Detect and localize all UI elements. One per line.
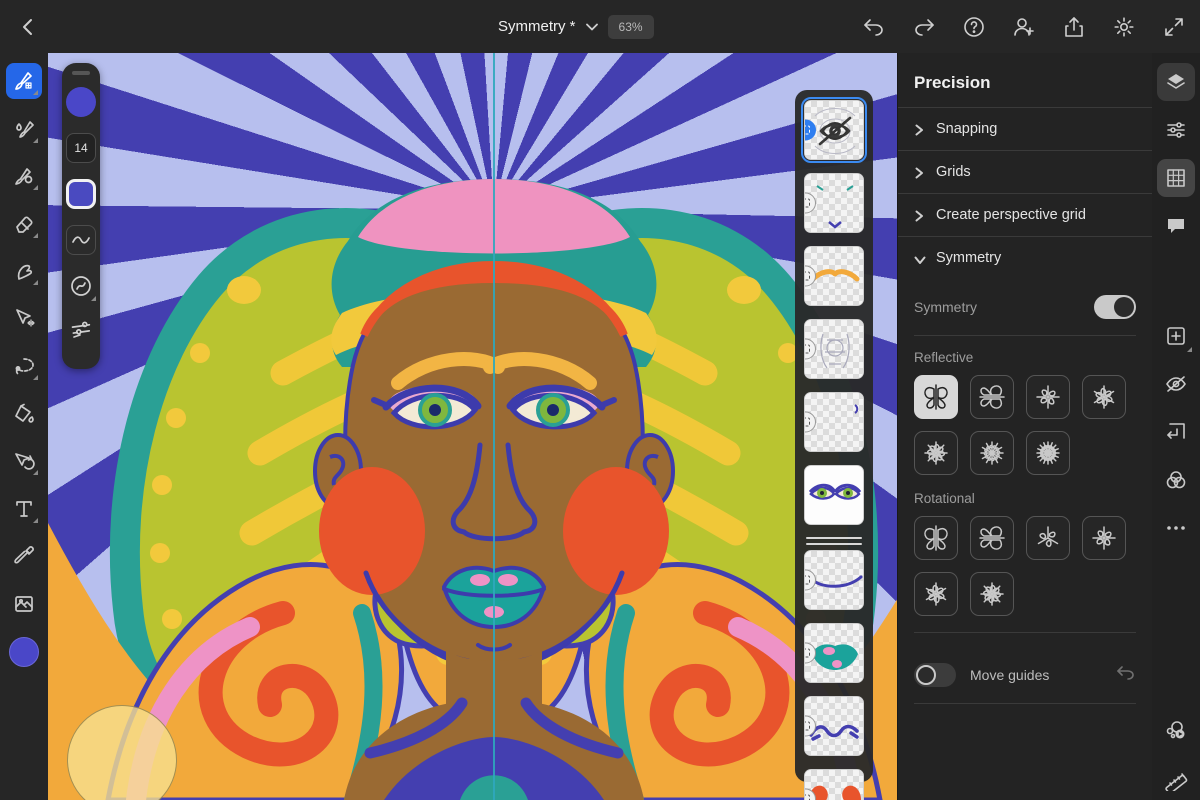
hide-layer-icon[interactable] bbox=[1157, 365, 1195, 403]
reflect-2-horizontal-icon[interactable] bbox=[970, 375, 1014, 419]
document-title: Symmetry * bbox=[498, 18, 576, 35]
precision-panel: Precision Snapping Grids Create perspect… bbox=[897, 53, 1152, 800]
settings-gear-icon[interactable] bbox=[1112, 15, 1136, 39]
reflect-8-icon[interactable] bbox=[914, 431, 958, 475]
lasso-tool[interactable] bbox=[6, 348, 42, 384]
reflect-6-icon[interactable] bbox=[1082, 375, 1126, 419]
section-grids[interactable]: Grids bbox=[898, 150, 1152, 193]
layers-icon[interactable] bbox=[1157, 63, 1195, 101]
vector-brush-tool[interactable] bbox=[6, 158, 42, 194]
pixel-brush-tool[interactable] bbox=[6, 63, 42, 99]
invite-icon[interactable] bbox=[1012, 15, 1036, 39]
more-options-icon[interactable] bbox=[1157, 509, 1195, 547]
reset-guides-icon[interactable] bbox=[1116, 665, 1136, 686]
panel-drag-handle[interactable] bbox=[72, 71, 90, 75]
section-label: Snapping bbox=[936, 121, 997, 137]
right-rail bbox=[1152, 53, 1200, 800]
section-label: Create perspective grid bbox=[936, 207, 1086, 223]
layer-thumbnail-face-sketch[interactable] bbox=[804, 319, 864, 379]
layer-thumbnail-squiggle[interactable] bbox=[804, 696, 864, 756]
brush-size-field[interactable]: 14 bbox=[66, 133, 96, 163]
section-label: Symmetry bbox=[936, 250, 1001, 266]
layer-thumbnail-red-shapes[interactable] bbox=[804, 769, 864, 800]
section-snapping[interactable]: Snapping bbox=[898, 107, 1152, 150]
layer-thumbnail-eyes[interactable] bbox=[804, 465, 864, 525]
canvas-artwork bbox=[48, 53, 897, 800]
section-symmetry[interactable]: Symmetry bbox=[898, 236, 1152, 279]
shapes-tool[interactable] bbox=[6, 443, 42, 479]
add-layer-icon[interactable] bbox=[1157, 317, 1195, 355]
current-color-swatch[interactable] bbox=[9, 637, 39, 667]
reflect-12-icon[interactable] bbox=[970, 431, 1014, 475]
redo-icon[interactable] bbox=[912, 15, 936, 39]
place-image-tool[interactable] bbox=[6, 586, 42, 622]
reflect-2-vertical-icon[interactable] bbox=[914, 375, 958, 419]
reflective-label: Reflective bbox=[914, 350, 1136, 365]
move-tool[interactable] bbox=[6, 301, 42, 337]
text-tool[interactable] bbox=[6, 491, 42, 527]
motion-icon[interactable] bbox=[1157, 712, 1195, 750]
reflective-options bbox=[914, 375, 1136, 475]
smudge-tool[interactable] bbox=[6, 253, 42, 289]
color-swatch-selected[interactable] bbox=[66, 179, 96, 209]
layer-transform-icon[interactable] bbox=[1157, 413, 1195, 451]
chevron-down-icon bbox=[914, 253, 924, 263]
layer-thumbnail-tiny-mark[interactable] bbox=[804, 392, 864, 452]
brush-color-dot[interactable] bbox=[66, 87, 96, 117]
section-label: Grids bbox=[936, 164, 971, 180]
stabilizer-icon[interactable] bbox=[66, 271, 96, 301]
chevron-right-icon bbox=[914, 124, 924, 134]
rotate-6-icon[interactable] bbox=[914, 572, 958, 616]
help-icon[interactable] bbox=[962, 15, 986, 39]
fill-tool[interactable] bbox=[6, 396, 42, 432]
chevron-right-icon bbox=[914, 210, 924, 220]
undo-icon[interactable] bbox=[862, 15, 886, 39]
layer-thumbnail-chin-line[interactable] bbox=[804, 550, 864, 610]
top-bar: Symmetry * 63% bbox=[0, 0, 1200, 53]
left-toolbar bbox=[0, 53, 48, 800]
blend-mode-icon[interactable] bbox=[1157, 461, 1195, 499]
smoothing-icon[interactable] bbox=[66, 225, 96, 255]
rotate-2-vertical-icon[interactable] bbox=[914, 516, 958, 560]
symmetry-guide-line[interactable] bbox=[493, 53, 495, 800]
section-perspective-grid[interactable]: Create perspective grid bbox=[898, 193, 1152, 236]
eyedropper-tool[interactable] bbox=[6, 538, 42, 574]
chevron-right-icon bbox=[914, 167, 924, 177]
brush-options-panel: 14 bbox=[62, 63, 100, 369]
share-icon[interactable] bbox=[1062, 15, 1086, 39]
back-button[interactable] bbox=[14, 14, 40, 40]
rotational-options bbox=[914, 516, 1136, 616]
rotate-3-icon[interactable] bbox=[1026, 516, 1070, 560]
brush-settings-icon[interactable] bbox=[66, 315, 96, 345]
canvas[interactable]: 14 bbox=[48, 53, 897, 800]
comments-icon[interactable] bbox=[1157, 207, 1195, 245]
rotational-label: Rotational bbox=[914, 491, 1136, 506]
brush-settings-rail-icon[interactable] bbox=[1157, 111, 1195, 149]
reflect-4-icon[interactable] bbox=[1026, 375, 1070, 419]
panel-title: Precision bbox=[898, 53, 1152, 107]
move-guides-label: Move guides bbox=[970, 667, 1102, 683]
collapsed-layers-divider bbox=[806, 543, 862, 545]
rotate-8-icon[interactable] bbox=[970, 572, 1014, 616]
zoom-level-badge[interactable]: 63% bbox=[608, 15, 654, 39]
live-brush-tool[interactable] bbox=[6, 111, 42, 147]
layer-thumbnail-chin-marks[interactable] bbox=[804, 173, 864, 233]
symmetry-toggle-label: Symmetry bbox=[914, 299, 977, 315]
collapsed-layers-divider bbox=[806, 537, 862, 539]
rotate-2-horizontal-icon[interactable] bbox=[970, 516, 1014, 560]
layer-thumbnail-eyebrows[interactable] bbox=[804, 246, 864, 306]
ruler-icon[interactable] bbox=[1157, 760, 1195, 798]
layer-thumbnail-sketch[interactable] bbox=[804, 100, 864, 160]
precision-icon[interactable] bbox=[1157, 159, 1195, 197]
title-dropdown-icon[interactable] bbox=[586, 18, 598, 36]
reflect-16-icon[interactable] bbox=[1026, 431, 1070, 475]
move-guides-toggle[interactable] bbox=[914, 663, 956, 687]
layers-strip-panel bbox=[795, 90, 873, 782]
symmetry-toggle[interactable] bbox=[1094, 295, 1136, 319]
fullscreen-icon[interactable] bbox=[1162, 15, 1186, 39]
layer-thumbnail-lips[interactable] bbox=[804, 623, 864, 683]
rotate-4-icon[interactable] bbox=[1082, 516, 1126, 560]
eraser-tool[interactable] bbox=[6, 206, 42, 242]
